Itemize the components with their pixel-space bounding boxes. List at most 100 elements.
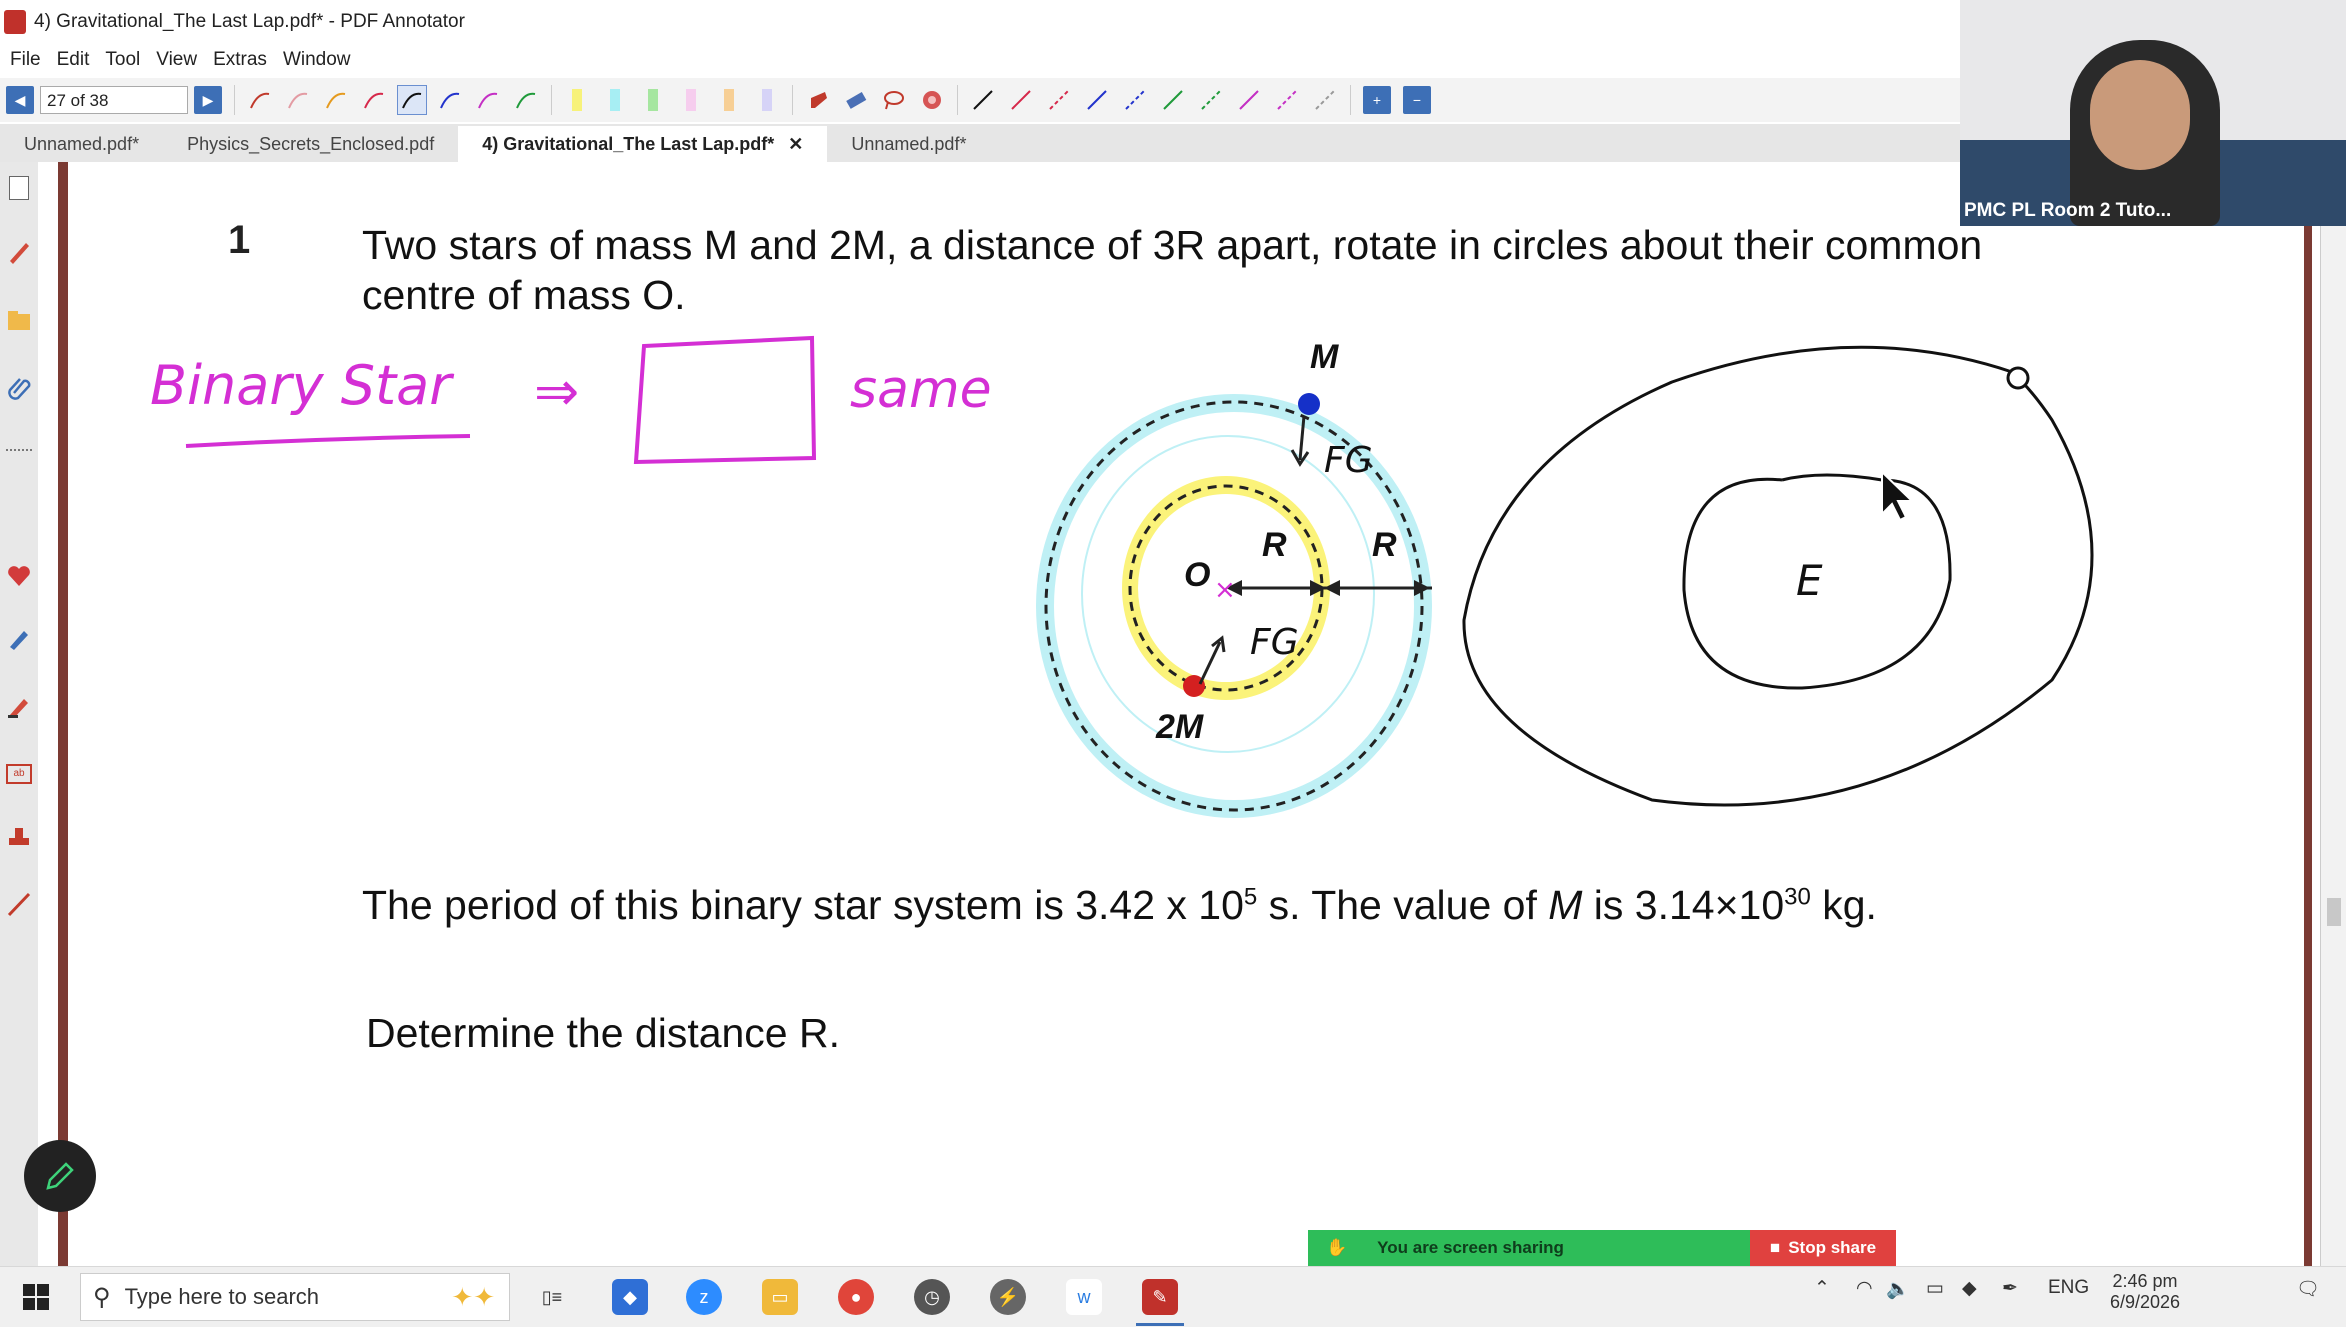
line-blue-dashed-icon[interactable]	[1120, 85, 1150, 115]
line-red-dashed-icon[interactable]	[1044, 85, 1074, 115]
ruler-line-icon[interactable]	[5, 890, 33, 918]
left-sidebar: ab	[0, 162, 38, 1266]
dropbox-icon[interactable]: ◆	[612, 1279, 648, 1315]
question-line-1: Two stars of mass M and 2M, a distance o…	[362, 222, 1983, 268]
eraser-icon[interactable]	[841, 85, 871, 115]
toolbar-separator	[1350, 85, 1351, 115]
period-mass-symbol: M	[1548, 882, 1583, 928]
highlighter-lavender-icon[interactable]	[752, 85, 782, 115]
volume-icon[interactable]: 🔈	[1886, 1277, 1910, 1301]
share-text: You are screen sharing	[1377, 1238, 1564, 1257]
webcam-video: PMC PL Room 2 Tuto...	[1960, 0, 2346, 226]
page-icon[interactable]	[5, 174, 33, 202]
pen-fab-icon	[46, 1162, 74, 1190]
tab-unnamed-2[interactable]: Unnamed.pdf*	[827, 126, 990, 162]
share-indicator-icon: ✋	[1326, 1238, 1348, 1257]
pen-orange-icon[interactable]	[321, 85, 351, 115]
line-black-icon[interactable]	[968, 85, 998, 115]
period-statement: The period of this binary star system is…	[362, 882, 1877, 929]
speed-app-icon[interactable]: ⚡	[990, 1279, 1026, 1315]
line-magenta-icon[interactable]	[1234, 85, 1264, 115]
line-red-icon[interactable]	[1006, 85, 1036, 115]
stop-share-button[interactable]: ■ Stop share	[1750, 1230, 1896, 1266]
close-tab-icon[interactable]: ✕	[788, 134, 803, 154]
line-magenta-dashed-icon[interactable]	[1272, 85, 1302, 115]
windows-start-icon[interactable]	[22, 1283, 50, 1316]
page-indicator[interactable]: 27 of 38	[40, 86, 188, 114]
line-green-icon[interactable]	[1158, 85, 1188, 115]
battery-icon[interactable]: ▭	[1926, 1277, 1944, 1300]
notifications-icon[interactable]: 🗨	[2296, 1277, 2320, 1301]
task-view-icon[interactable]: ▯≡	[534, 1279, 570, 1315]
pen-pink-icon[interactable]	[283, 85, 313, 115]
document-tabs: Unnamed.pdf* Physics_Secrets_Enclosed.pd…	[0, 124, 1960, 162]
label-r-inner: R	[1262, 526, 1287, 564]
pen-fab-button[interactable]	[24, 1140, 96, 1212]
sidebar-divider	[5, 436, 33, 464]
pen-tray-icon[interactable]: ✒	[2002, 1277, 2018, 1300]
vertical-scrollbar[interactable]	[2320, 162, 2346, 1266]
highlighter-green-icon[interactable]	[638, 85, 668, 115]
file-explorer-icon[interactable]: ▭	[762, 1279, 798, 1315]
lasso-icon[interactable]	[879, 85, 909, 115]
line-gray-dashed-icon[interactable]	[1310, 85, 1340, 115]
stamp-icon[interactable]	[5, 824, 33, 852]
pen-red-icon[interactable]	[245, 85, 275, 115]
menu-file[interactable]: File	[10, 49, 41, 71]
chrome-icon[interactable]: ●	[838, 1279, 874, 1315]
pencil-icon[interactable]	[5, 624, 33, 652]
tray-expand-icon[interactable]: ⌃	[1814, 1277, 1830, 1300]
pen-magenta-icon[interactable]	[473, 85, 503, 115]
clock-app-icon[interactable]: ◷	[914, 1279, 950, 1315]
pen-crimson-icon[interactable]	[359, 85, 389, 115]
marker-icon[interactable]	[5, 692, 33, 720]
language-indicator[interactable]: ENG	[2048, 1277, 2089, 1299]
highlighter-yellow-icon[interactable]	[562, 85, 592, 115]
menu-view[interactable]: View	[156, 49, 197, 71]
ink-fg-top: FG	[1324, 440, 1373, 481]
taskbar-search-box[interactable]: ⚲ Type here to search ✦✦	[80, 1273, 510, 1321]
pen-black-icon[interactable]	[397, 85, 427, 115]
tab-physics-secrets[interactable]: Physics_Secrets_Enclosed.pdf	[163, 126, 458, 162]
tab-gravitational-active[interactable]: 4) Gravitational_The Last Lap.pdf* ✕	[458, 126, 828, 162]
title-bar: 4) Gravitational_The Last Lap.pdf* - PDF…	[0, 0, 1960, 44]
zoom-icon[interactable]: z	[686, 1279, 722, 1315]
scrollbar-thumb[interactable]	[2327, 898, 2341, 926]
menu-edit[interactable]: Edit	[57, 49, 90, 71]
pdf-annotator-taskbar-icon[interactable]: ✎	[1142, 1279, 1178, 1315]
highlighter-orange-icon[interactable]	[714, 85, 744, 115]
zoom-in-icon[interactable]: +	[1363, 86, 1391, 114]
wifi-icon[interactable]: ◠	[1856, 1277, 1873, 1300]
menu-window[interactable]: Window	[283, 49, 351, 71]
document-left-edge	[58, 162, 68, 1266]
label-mass-2m: 2M	[1156, 708, 1204, 746]
line-blue-icon[interactable]	[1082, 85, 1112, 115]
stamp-circle-icon[interactable]	[917, 85, 947, 115]
pen-green-icon[interactable]	[511, 85, 541, 115]
clock[interactable]: 2:46 pm 6/9/2026	[2110, 1271, 2180, 1313]
paperclip-icon[interactable]	[5, 374, 33, 402]
previous-page-button[interactable]: ◀	[6, 86, 34, 114]
pen-tool-icon[interactable]	[5, 238, 33, 266]
menu-extras[interactable]: Extras	[213, 49, 267, 71]
ink-underline	[185, 434, 471, 448]
highlighter-cyan-icon[interactable]	[600, 85, 630, 115]
toolbar-separator	[551, 85, 552, 115]
zoom-out-icon[interactable]: −	[1403, 86, 1431, 114]
question-line-2: centre of mass O.	[362, 272, 686, 318]
highlighter-pink-icon[interactable]	[676, 85, 706, 115]
sparkle-icon: ✦✦	[451, 1281, 495, 1312]
w-app-icon[interactable]: w	[1066, 1279, 1102, 1315]
pen-blue-icon[interactable]	[435, 85, 465, 115]
next-page-button[interactable]: ▶	[194, 86, 222, 114]
tab-label: Physics_Secrets_Enclosed.pdf	[187, 134, 435, 154]
period-exponent: 5	[1243, 883, 1258, 911]
menu-tool[interactable]: Tool	[105, 49, 140, 71]
folder-icon[interactable]	[5, 306, 33, 334]
tab-unnamed-1[interactable]: Unnamed.pdf*	[0, 126, 163, 162]
heart-icon[interactable]	[5, 562, 33, 590]
line-green-dashed-icon[interactable]	[1196, 85, 1226, 115]
hand-icon[interactable]	[803, 85, 833, 115]
text-box-icon[interactable]: ab	[5, 760, 33, 788]
dropbox-tray-icon[interactable]: ◆	[1962, 1277, 1977, 1300]
